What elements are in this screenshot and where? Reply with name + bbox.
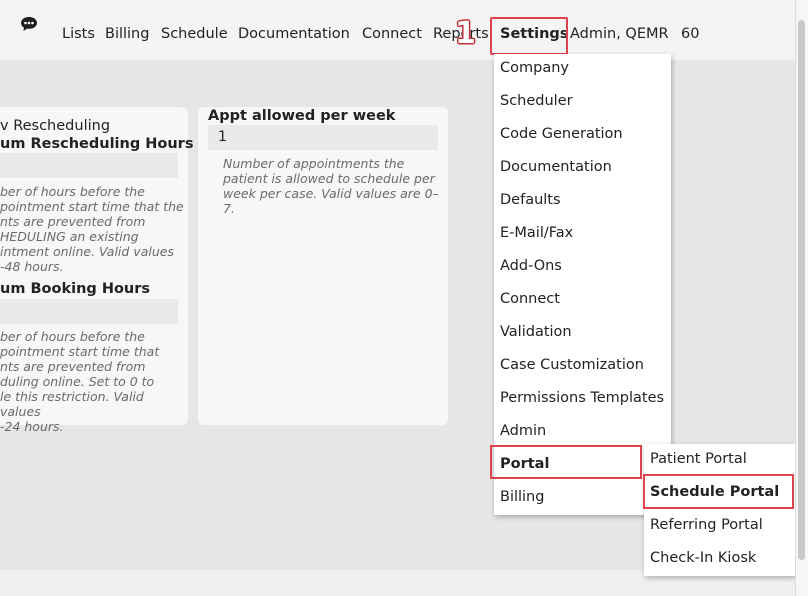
minimum-rescheduling-hours-input[interactable] [0, 153, 178, 178]
menu-item-documentation[interactable]: Documentation [500, 157, 612, 177]
vertical-scrollbar[interactable] [795, 0, 808, 596]
step-number-annotation: 1 [455, 16, 476, 51]
appt-allowed-per-week-label: Appt allowed per week [208, 108, 396, 124]
menu-item-scheduler[interactable]: Scheduler [500, 91, 573, 111]
nav-user-account[interactable]: Admin, QEMR [570, 24, 669, 44]
menu-item-case-customization[interactable]: Case Customization [500, 355, 644, 375]
appt-allowed-per-week-help: Number of appointments the patient is al… [223, 156, 439, 216]
portal-submenu: Patient Portal Schedule Portal Referring… [644, 444, 796, 576]
menu-item-email-fax[interactable]: E-Mail/Fax [500, 223, 573, 243]
menu-item-defaults[interactable]: Defaults [500, 190, 561, 210]
menu-item-add-ons[interactable]: Add-Ons [500, 256, 562, 276]
allow-rescheduling-label: v Rescheduling [0, 118, 111, 134]
nav-notification-count[interactable]: 60 [681, 24, 699, 44]
minimum-rescheduling-hours-help: ber of hours before the pointment start … [0, 184, 184, 274]
nav-lists[interactable]: Lists [62, 24, 95, 44]
portal-highlight-box [490, 445, 642, 479]
appt-allowed-per-week-input[interactable]: 1 [208, 125, 438, 150]
menu-item-billing[interactable]: Billing [500, 487, 544, 507]
minimum-booking-hours-help: ber of hours before the pointment start … [0, 329, 160, 434]
menu-item-company[interactable]: Company [500, 58, 569, 78]
settings-highlight-box [490, 17, 568, 55]
minimum-booking-hours-input[interactable] [0, 299, 178, 324]
nav-documentation[interactable]: Documentation [238, 24, 350, 44]
scrollbar-thumb[interactable] [798, 20, 805, 560]
chat-bubble-icon[interactable] [20, 16, 38, 32]
minimum-booking-hours-label: um Booking Hours [0, 281, 151, 297]
top-navigation-bar: Lists Billing Schedule Documentation Con… [0, 0, 796, 60]
nav-connect[interactable]: Connect [362, 24, 422, 44]
menu-item-validation[interactable]: Validation [500, 322, 572, 342]
schedule-portal-highlight-box [643, 474, 794, 509]
menu-item-connect[interactable]: Connect [500, 289, 560, 309]
minimum-rescheduling-hours-label: um Rescheduling Hours [0, 136, 194, 152]
appt-per-week-card: Appt allowed per week 1 Number of appoin… [198, 107, 448, 425]
rescheduling-settings-card: v Rescheduling um Rescheduling Hours ber… [0, 107, 193, 434]
menu-item-permissions-templates[interactable]: Permissions Templates [500, 388, 664, 408]
nav-billing[interactable]: Billing [105, 24, 149, 44]
menu-item-code-generation[interactable]: Code Generation [500, 124, 623, 144]
submenu-item-patient-portal[interactable]: Patient Portal [650, 449, 747, 469]
nav-schedule[interactable]: Schedule [161, 24, 228, 44]
submenu-item-check-in-kiosk[interactable]: Check-In Kiosk [650, 548, 756, 568]
menu-item-admin[interactable]: Admin [500, 421, 546, 441]
submenu-item-referring-portal[interactable]: Referring Portal [650, 515, 763, 535]
